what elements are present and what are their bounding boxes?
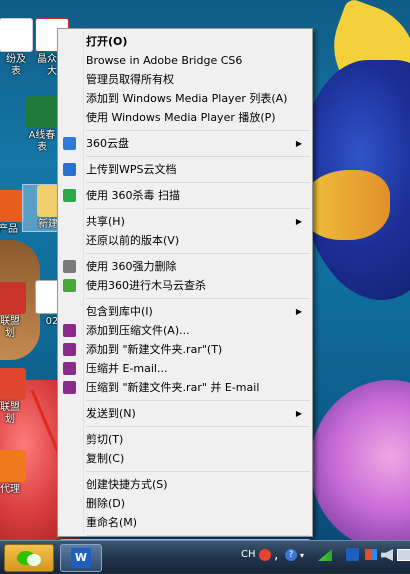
menu-item-label: 添加到 Windows Media Player 列表(A) (86, 92, 288, 105)
menu-item[interactable]: 添加到压缩文件(A)... (58, 321, 312, 340)
menu-item[interactable]: 添加到 Windows Media Player 列表(A) (58, 89, 312, 108)
menu-item-label: 重命名(M) (86, 516, 138, 529)
menu-item-label: 打开(O) (86, 35, 128, 48)
menu-item-label: 管理员取得所有权 (86, 73, 174, 86)
shredder-icon (63, 260, 76, 273)
desktop-icon-label: 联盟 划 (0, 402, 20, 425)
start-button[interactable] (4, 544, 54, 572)
menu-item[interactable]: 管理员取得所有权 (58, 70, 312, 89)
wechat-icon (17, 551, 41, 566)
menu-separator (86, 253, 310, 254)
chevron-down-icon[interactable]: ▾ (300, 551, 304, 560)
menu-item-label: 添加到 "新建文件夹.rar"(T) (86, 343, 223, 356)
menu-item-label: 压缩到 "新建文件夹.rar" 并 E-mail (86, 381, 260, 394)
desktop-icon-label: A线春 表 (28, 130, 56, 153)
menu-item[interactable]: 添加到 "新建文件夹.rar"(T) (58, 340, 312, 359)
menu-item-label: 剪切(T) (86, 433, 124, 446)
menu-separator (86, 298, 310, 299)
menu-item[interactable]: 包含到库中(I) ▶ (58, 302, 312, 321)
monitor-icon[interactable] (397, 549, 410, 561)
menu-item-label: 复制(C) (86, 452, 125, 465)
menu-item-label: Browse in Adobe Bridge CS6 (86, 54, 243, 67)
taskbar: W CH , ? ▾ (0, 540, 410, 573)
menu-item-label: 压缩并 E-mail... (86, 362, 168, 375)
shield-icon (63, 189, 76, 202)
menu-item[interactable]: 复制(C) (58, 449, 312, 468)
menu-item-label: 共享(H) (86, 215, 125, 228)
menu-separator (86, 426, 310, 427)
menu-item[interactable]: 使用 360杀毒 扫描 (58, 186, 312, 205)
app-icon (0, 190, 24, 222)
purple-coral-decoration (310, 380, 410, 540)
menu-item[interactable]: 共享(H) ▶ (58, 212, 312, 231)
menu-item-label: 删除(D) (86, 497, 126, 510)
menu-item[interactable]: 使用360进行木马云查杀 (58, 276, 312, 295)
menu-item[interactable]: 重命名(M) (58, 513, 312, 532)
menu-item-label: 包含到库中(I) (86, 305, 153, 318)
excel-icon (26, 96, 58, 128)
flag-icon[interactable] (365, 549, 377, 560)
menu-item-label: 创建快捷方式(S) (86, 478, 168, 491)
menu-item[interactable]: 删除(D) (58, 494, 312, 513)
desktop-icon-label: 联盟 划 (0, 316, 20, 339)
submenu-arrow-icon: ▶ (295, 139, 302, 148)
desktop-icon-label: 产品 (0, 224, 18, 235)
menu-item-label: 上传到WPS云文档 (86, 163, 177, 176)
menu-item[interactable]: 使用 360强力删除 (58, 257, 312, 276)
menu-item-label: 还原以前的版本(V) (86, 234, 180, 247)
wps-cloud-icon (63, 163, 76, 176)
desktop-icon-label: 代理 (0, 484, 20, 495)
wps-tray-icon[interactable] (346, 548, 359, 561)
rar-icon (63, 343, 76, 356)
rar-icon (63, 324, 76, 337)
menu-separator (86, 400, 310, 401)
network-icon[interactable] (318, 549, 332, 561)
submenu-arrow-icon: ▶ (295, 307, 302, 316)
rar-icon (63, 362, 76, 375)
menu-item[interactable]: 还原以前的版本(V) (58, 231, 312, 250)
rar-icon (63, 381, 76, 394)
submenu-arrow-icon: ▶ (295, 217, 302, 226)
menu-item[interactable]: 压缩到 "新建文件夹.rar" 并 E-mail (58, 378, 312, 397)
menu-separator (86, 156, 310, 157)
menu-item[interactable]: 创建快捷方式(S) (58, 475, 312, 494)
comma-icon[interactable]: , (274, 547, 278, 563)
wps-taskbar-button[interactable]: W (60, 544, 102, 572)
volume-icon[interactable] (381, 549, 393, 561)
cloud-icon (63, 137, 76, 150)
menu-item[interactable]: 使用 Windows Media Player 播放(P) (58, 108, 312, 127)
menu-item[interactable]: 打开(O) (58, 32, 312, 51)
menu-separator (86, 182, 310, 183)
menu-separator (86, 130, 310, 131)
menu-item[interactable]: Browse in Adobe Bridge CS6 (58, 51, 312, 70)
context-menu: 打开(O) Browse in Adobe Bridge CS6 管理员取得所有权添… (57, 28, 313, 558)
wps-writer-icon: W (71, 548, 91, 568)
menu-item-label: 360云盘 (86, 137, 129, 150)
menu-separator (86, 208, 310, 209)
menu-item[interactable]: 360云盘 ▶ (58, 134, 312, 153)
menu-item-label: 发送到(N) (86, 407, 136, 420)
menu-item-label: 添加到压缩文件(A)... (86, 324, 190, 337)
submenu-arrow-icon: ▶ (295, 409, 302, 418)
menu-item[interactable]: 发送到(N) ▶ (58, 404, 312, 423)
menu-item[interactable]: 上传到WPS云文档 (58, 160, 312, 179)
help-icon[interactable]: ? (285, 549, 297, 561)
orange-fish-decoration (300, 170, 390, 240)
menu-item[interactable]: 压缩并 E-mail... (58, 359, 312, 378)
menu-item-label: 使用 Windows Media Player 播放(P) (86, 111, 276, 124)
menu-separator (86, 535, 310, 536)
language-indicator[interactable]: CH (241, 549, 256, 560)
menu-item-label: 使用360进行木马云查杀 (86, 279, 206, 292)
menu-item-label: 使用 360杀毒 扫描 (86, 189, 180, 202)
menu-item[interactable]: 剪切(T) (58, 430, 312, 449)
trojan-scan-icon (63, 279, 76, 292)
menu-item-label: 使用 360强力删除 (86, 260, 177, 273)
menu-separator (86, 471, 310, 472)
sogou-icon[interactable] (259, 549, 271, 561)
